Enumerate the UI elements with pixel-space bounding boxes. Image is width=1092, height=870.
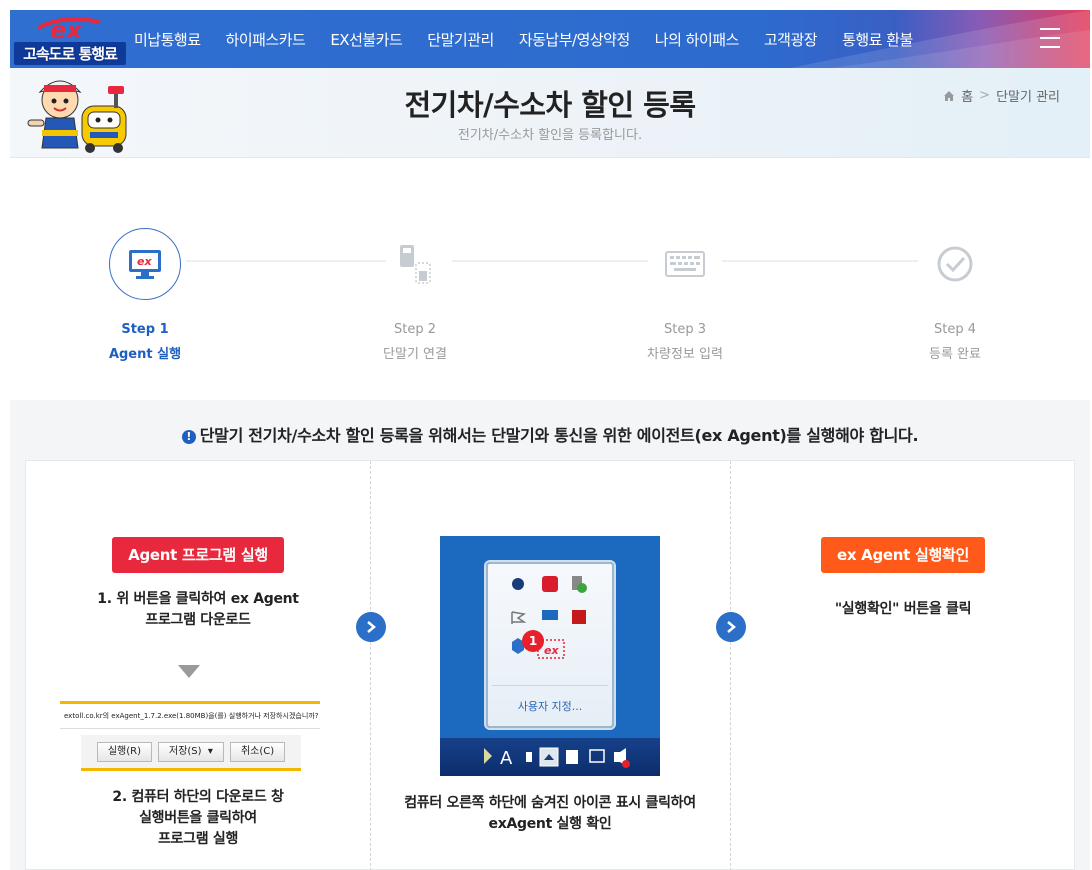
home-icon xyxy=(944,90,955,101)
run-instruction-line-2: 실행버튼을 클릭하여 xyxy=(139,810,257,826)
page-subtitle: 전기차/수소차 할인을 등록합니다. xyxy=(457,128,643,143)
step-1-label: Agent 실행 xyxy=(108,347,182,362)
tray-instruction-line-1: 컴퓨터 오른쪽 하단에 숨겨진 아이콘 표시 클릭하여 xyxy=(404,795,696,811)
step-2-label: 단말기 연결 xyxy=(383,347,447,362)
customize-link: 사용자 지정... xyxy=(517,700,583,713)
ex-logo-icon: ex xyxy=(37,16,101,44)
page-header: 전기차/수소차 할인 등록 전기차/수소차 할인을 등록합니다. 홈 > 단말기… xyxy=(10,68,1090,158)
svg-text:ex: ex xyxy=(50,16,83,44)
download-run-button: 실행(R) xyxy=(96,741,152,762)
step-3-circle xyxy=(649,228,721,300)
check-circle-icon xyxy=(937,246,973,282)
breadcrumb-current[interactable]: 단말기 관리 xyxy=(996,86,1060,105)
monitor-ex-icon: ex xyxy=(129,250,161,279)
tray-ex-icon: ex xyxy=(544,644,559,657)
step-4-number: Step 4 xyxy=(933,322,976,337)
top-navigation-bar: ex 고속도로 통행료 미납통행료 하이패스카드 EX선불카드 단말기관리 자동… xyxy=(10,10,1090,68)
step-2: Step 2 단말기 연결 xyxy=(335,220,495,362)
hamburger-icon[interactable] xyxy=(1040,28,1060,48)
step-3: Step 3 차량정보 입력 xyxy=(605,220,765,362)
nav-item-hipass-card[interactable]: 하이패스카드 xyxy=(226,29,306,50)
nav-item-terminal-management[interactable]: 단말기관리 xyxy=(427,29,494,50)
download-instruction-line-1: 1. 위 버튼을 클릭하여 ex Agent xyxy=(97,591,299,607)
breadcrumb-separator-icon: > xyxy=(979,88,991,103)
page-title: 전기차/수소차 할인 등록 xyxy=(404,88,696,122)
nav-item-toll-refund[interactable]: 통행료 환불 xyxy=(842,29,913,50)
guide-column-tray: 1 ex 사용자 지정... A 컴퓨터 오른쪽 하단에 숨겨진 아이콘 표시 … xyxy=(370,461,730,870)
popup-divider xyxy=(492,685,608,686)
step-4: Step 4 등록 완료 xyxy=(875,220,1035,362)
confirm-instruction: "실행확인" 버튼을 클릭 xyxy=(834,601,972,617)
guide-column-run-agent: Agent 프로그램 실행 1. 위 버튼을 클릭하여 ex Agent 프로그… xyxy=(26,461,370,870)
svg-text:A: A xyxy=(500,748,513,769)
nav-item-customer-square[interactable]: 고객광장 xyxy=(764,29,818,50)
nav-item-ex-prepaid-card[interactable]: EX선불카드 xyxy=(330,29,402,50)
svg-text:ex: ex xyxy=(137,255,152,268)
download-save-button: 저장(S) ▾ xyxy=(158,741,224,762)
step-3-label: 차량정보 입력 xyxy=(647,347,723,362)
download-save-label: 저장(S) xyxy=(169,745,202,757)
tray-instruction-line-2: exAgent 실행 확인 xyxy=(488,816,612,832)
agent-guide-section: ! 단말기 전기차/수소차 할인 등록을 위해서는 단말기와 통신을 위한 에이전… xyxy=(10,400,1090,870)
taskbar-icons: A xyxy=(484,747,630,769)
run-instruction-line-3: 프로그램 실행 xyxy=(157,831,239,847)
download-cancel-button: 취소(C) xyxy=(229,741,286,762)
device-connect-icon xyxy=(400,245,431,284)
keyboard-icon xyxy=(665,251,705,277)
logo-text: 고속도로 통행료 xyxy=(14,42,126,65)
run-instruction-line-1: 2. 컴퓨터 하단의 다운로드 창 xyxy=(112,789,284,805)
step-2-number: Step 2 xyxy=(393,322,436,337)
notice-message: ! 단말기 전기차/수소차 할인 등록을 위해서는 단말기와 통신을 위한 에이전… xyxy=(10,422,1090,446)
step-2-circle xyxy=(379,228,451,300)
hidden-icons-popup: 1 ex 사용자 지정... xyxy=(486,562,614,728)
step-4-circle xyxy=(919,228,991,300)
step-1: ex Step 1 Agent 실행 xyxy=(65,220,225,362)
run-instruction: 2. 컴퓨터 하단의 다운로드 창 실행버튼을 클릭하여 프로그램 실행 xyxy=(26,787,370,850)
confirm-agent-button[interactable]: ex Agent 실행확인 xyxy=(821,537,985,573)
info-icon: ! xyxy=(181,430,196,444)
system-tray-screenshot: 1 ex 사용자 지정... A xyxy=(440,536,660,776)
main-menu: 미납통행료 하이패스카드 EX선불카드 단말기관리 자동납부/영상약정 나의 하… xyxy=(134,10,938,68)
down-arrow-icon xyxy=(178,665,200,678)
step-1-circle: ex xyxy=(109,228,181,300)
nav-item-auto-payment[interactable]: 자동납부/영상약정 xyxy=(519,29,630,50)
nav-item-unpaid-toll[interactable]: 미납통행료 xyxy=(134,29,201,50)
notice-text: 단말기 전기차/수소차 할인 등록을 위해서는 단말기와 통신을 위한 에이전트… xyxy=(199,426,919,445)
breadcrumb: 홈 > 단말기 관리 xyxy=(943,86,1060,105)
tray-instruction: 컴퓨터 오른쪽 하단에 숨겨진 아이콘 표시 클릭하여 exAgent 실행 확… xyxy=(370,793,730,835)
step-1-number: Step 1 xyxy=(121,322,169,337)
download-bar-buttons: 실행(R) 저장(S) ▾ 취소(C) xyxy=(81,735,301,771)
step-3-number: Step 3 xyxy=(663,322,706,337)
download-instruction: 1. 위 버튼을 클릭하여 ex Agent 프로그램 다운로드 xyxy=(26,589,370,631)
nav-item-my-hipass[interactable]: 나의 하이패스 xyxy=(655,29,740,50)
breadcrumb-home[interactable]: 홈 xyxy=(961,86,973,105)
step-4-label: 등록 완료 xyxy=(929,347,981,362)
site-logo[interactable]: ex 고속도로 통행료 xyxy=(14,12,126,66)
step-badge: 1 xyxy=(522,630,544,652)
guide-panel: Agent 프로그램 실행 1. 위 버튼을 클릭하여 ex Agent 프로그… xyxy=(25,460,1075,870)
download-instruction-line-2: 프로그램 다운로드 xyxy=(145,612,251,628)
download-bar-screenshot: extoll.co.kr의 exAgent_1.7.2.exe(1.80MB)을… xyxy=(60,701,320,729)
run-agent-button[interactable]: Agent 프로그램 실행 xyxy=(112,537,284,573)
taskbar: A xyxy=(440,738,660,776)
step-indicator: ex Step 1 Agent 실행 Step 2 단말기 연결 Step 3 … xyxy=(10,220,1090,362)
guide-column-confirm: ex Agent 실행확인 "실행확인" 버튼을 클릭 xyxy=(730,461,1076,870)
